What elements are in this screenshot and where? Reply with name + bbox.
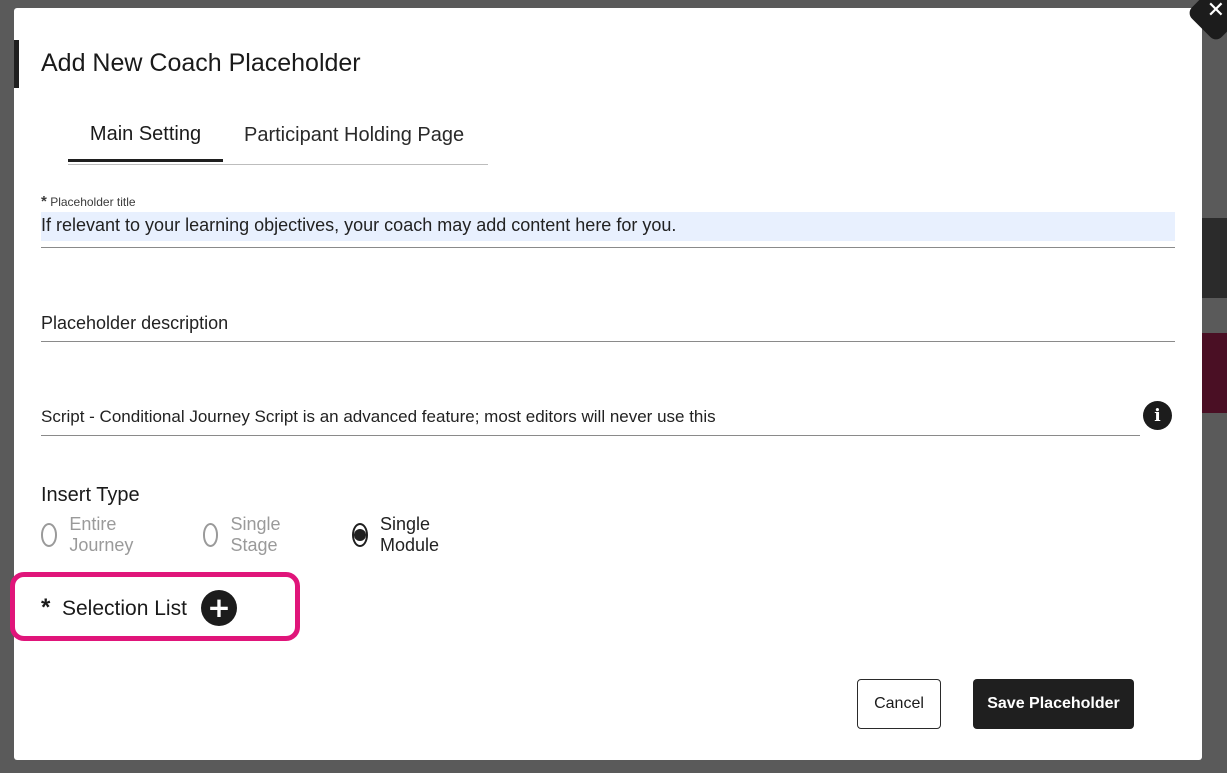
add-placeholder-dialog: ✕ Add New Coach Placeholder Main Setting… — [10, 0, 1227, 760]
save-placeholder-button[interactable]: Save Placeholder — [973, 679, 1134, 729]
script-input[interactable] — [41, 399, 1140, 436]
placeholder-title-label: * Placeholder title — [41, 193, 136, 210]
radio-circle-checked — [352, 523, 368, 547]
placeholder-description-input[interactable] — [41, 306, 1175, 342]
insert-type-label: Insert Type — [41, 484, 140, 506]
radio-label: Single Module — [380, 514, 440, 555]
tab-main-setting[interactable]: Main Setting — [68, 118, 223, 162]
tab-bar: Main Setting Participant Holding Page — [68, 118, 488, 165]
tab-participant-holding-page[interactable]: Participant Holding Page — [244, 118, 464, 168]
radio-circle — [203, 523, 219, 547]
background-panel-maroon — [1200, 333, 1227, 413]
required-marker: * — [41, 193, 47, 210]
radio-single-stage[interactable]: Single Stage — [203, 514, 289, 555]
radio-entire-journey[interactable]: Entire Journey — [41, 514, 141, 555]
placeholder-title-label-text: Placeholder title — [50, 195, 136, 209]
background-panel-dark — [1200, 218, 1227, 298]
radio-circle — [41, 523, 58, 547]
plus-circle-icon[interactable]: + — [201, 590, 237, 626]
dialog-title: Add New Coach Placeholder — [41, 49, 361, 77]
title-accent-bar — [14, 40, 19, 88]
selection-list-required-marker: * — [41, 594, 51, 621]
radio-label: Single Stage — [230, 514, 281, 555]
info-icon[interactable]: i — [1143, 401, 1172, 430]
selection-list-label: Selection List — [62, 597, 187, 620]
radio-dot — [354, 529, 366, 541]
radio-label: Entire Journey — [69, 514, 134, 555]
radio-single-module[interactable]: Single Module — [352, 514, 447, 555]
close-icon: ✕ — [1206, 0, 1226, 23]
cancel-button[interactable]: Cancel — [857, 679, 941, 729]
close-button[interactable]: ✕ — [1186, 0, 1227, 43]
placeholder-title-input[interactable] — [41, 212, 1175, 248]
